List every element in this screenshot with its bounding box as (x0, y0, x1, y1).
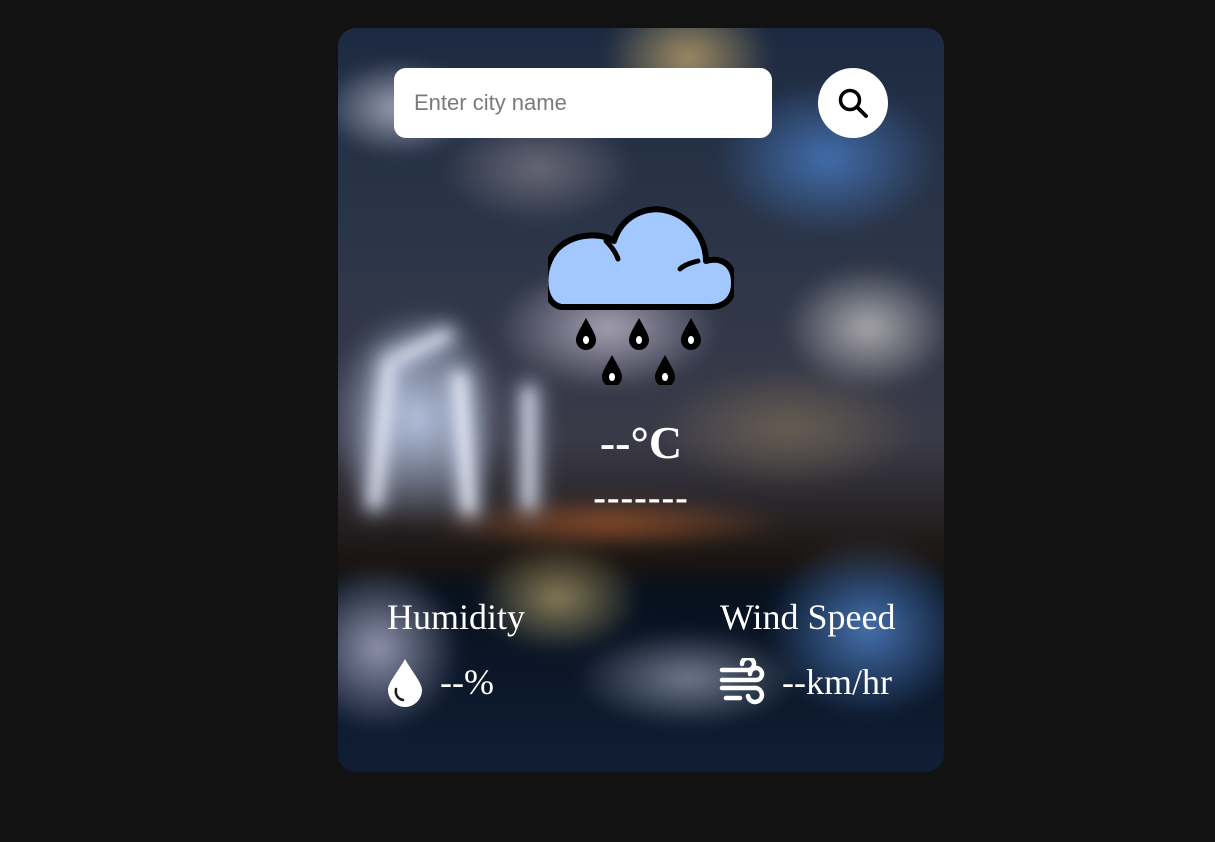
weather-card: --°C ------- Humidity Wind Speed --% --k… (338, 28, 944, 772)
wind-speed-value: --km/hr (782, 662, 892, 702)
rain-cloud-icon (548, 206, 734, 385)
wind-icon (719, 658, 765, 705)
city-search-input[interactable] (394, 68, 772, 138)
humidity-detail: --% (386, 654, 494, 710)
humidity-value: --% (440, 662, 494, 702)
water-drop-icon (388, 659, 422, 707)
wind-speed-detail: --km/hr (718, 654, 892, 710)
search-button[interactable] (818, 68, 888, 138)
humidity-label: Humidity (387, 597, 526, 637)
temperature-value: --°C (599, 417, 683, 468)
search-icon (838, 88, 868, 118)
city-name: ------- (593, 477, 689, 519)
wind-speed-label: Wind Speed (720, 597, 896, 637)
